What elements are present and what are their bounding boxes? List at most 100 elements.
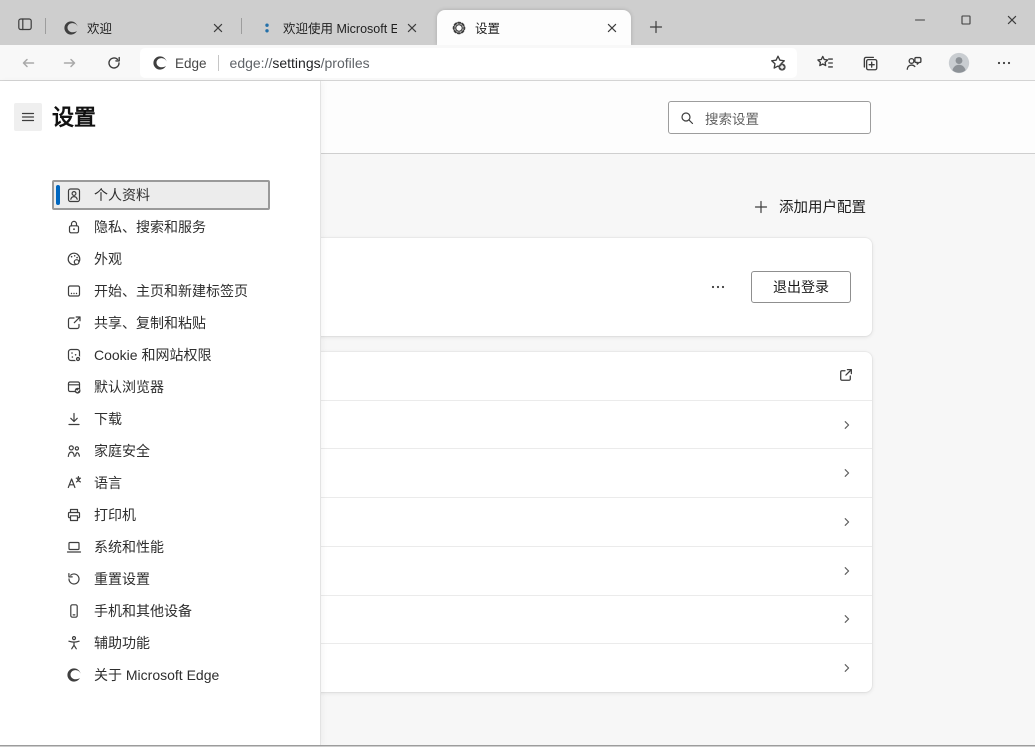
tab-title: 欢迎 (87, 22, 113, 36)
forward-button[interactable] (54, 48, 86, 78)
sidebar-item-label: 语言 (94, 475, 122, 491)
profile-options-card (312, 352, 872, 692)
site-chip[interactable]: Edge (152, 55, 207, 71)
sidebar-item-family-safety[interactable]: 家庭安全 (52, 436, 270, 466)
download-icon (66, 411, 82, 427)
profile-option-row[interactable] (312, 352, 872, 401)
lock-icon (66, 219, 82, 235)
profile-option-row[interactable] (312, 449, 872, 499)
phone-icon (66, 603, 82, 619)
tab-welcome-edge[interactable]: 欢迎使用 Microsoft Edg (245, 10, 431, 45)
person-chat-icon (905, 54, 923, 72)
language-icon (66, 475, 82, 491)
sidebar-item-share-copy-paste[interactable]: 共享、复制和粘贴 (52, 308, 270, 338)
close-icon (1004, 12, 1020, 28)
refresh-icon (106, 55, 122, 71)
sidebar-item-label: 辅助功能 (94, 635, 150, 651)
sidebar-item-start-home-newtab[interactable]: 开始、主页和新建标签页 (52, 276, 270, 306)
profile-option-row[interactable] (312, 547, 872, 596)
sidebar-item-reset-settings[interactable]: 重置设置 (52, 564, 270, 594)
plus-icon (648, 19, 664, 35)
search-settings-input[interactable]: 搜索设置 (668, 101, 871, 134)
back-button[interactable] (12, 48, 44, 78)
sidebar-item-about[interactable]: 关于 Microsoft Edge (52, 660, 270, 690)
profile-option-row[interactable] (312, 401, 872, 450)
workspaces-icon (17, 16, 33, 32)
more-options-button[interactable] (703, 273, 733, 301)
tab-close-icon[interactable] (603, 19, 621, 37)
minimize-button[interactable] (897, 0, 943, 40)
sidebar-item-phone-devices[interactable]: 手机和其他设备 (52, 596, 270, 626)
palette-icon (66, 251, 82, 267)
sidebar-item-label: 系统和性能 (94, 539, 164, 555)
refresh-button[interactable] (98, 48, 130, 78)
sidebar-item-system-performance[interactable]: 系统和性能 (52, 532, 270, 562)
start-page-icon (66, 283, 82, 299)
settings-sidebar: 设置 个人资料 隐私、搜索和服务 外观 开始、主页和新建标签页 共享、复制和粘贴 Cook… (0, 81, 321, 745)
tab-bar: 欢迎 欢迎使用 Microsoft Edg 设置 (0, 0, 1035, 45)
sidebar-item-label: 默认浏览器 (94, 379, 164, 395)
sidebar-item-printers[interactable]: 打印机 (52, 500, 270, 530)
sidebar-item-default-browser[interactable]: 默认浏览器 (52, 372, 270, 402)
add-profile-button[interactable]: 添加用户配置 (753, 196, 866, 217)
sidebar-item-label: 开始、主页和新建标签页 (94, 283, 248, 299)
tab-settings-active[interactable]: 设置 (437, 10, 631, 45)
workspaces-icon[interactable] (12, 12, 38, 36)
plus-icon (753, 199, 769, 215)
settings-nav-list: 个人资料隐私、搜索和服务外观开始、主页和新建标签页共享、复制和粘贴 Cookie … (52, 180, 270, 692)
new-tab-button[interactable] (642, 14, 670, 40)
tab-welcome[interactable]: 欢迎 (49, 10, 237, 45)
maximize-icon (958, 12, 974, 28)
family-icon (66, 443, 82, 459)
hamburger-icon (20, 109, 36, 125)
feedback-button[interactable] (897, 48, 931, 78)
profile-option-row[interactable] (312, 644, 872, 692)
edge-logo-icon (63, 20, 79, 36)
sidebar-item-label: 家庭安全 (94, 443, 150, 459)
sidebar-item-accessibility[interactable]: 辅助功能 (52, 628, 270, 658)
chevron-right-icon (840, 515, 854, 529)
profile-option-row[interactable] (312, 596, 872, 645)
add-favorite-icon[interactable] (769, 54, 787, 72)
edge-logo-icon (152, 55, 168, 71)
address-bar[interactable]: Edge edge://settings/profiles (140, 48, 797, 78)
sidebar-item-label: 个人资料 (94, 187, 150, 203)
profile-button[interactable] (942, 48, 976, 78)
sidebar-item-downloads[interactable]: 下载 (52, 404, 270, 434)
sidebar-item-appearance[interactable]: 外观 (52, 244, 270, 274)
tab-close-icon[interactable] (209, 19, 227, 37)
chevron-right-icon (840, 418, 854, 432)
edge-logo-icon (66, 667, 82, 683)
tab-separator (241, 18, 242, 34)
system-icon (66, 539, 82, 555)
tab-close-icon[interactable] (403, 19, 421, 37)
back-icon (20, 55, 36, 71)
profile-option-row[interactable] (312, 498, 872, 547)
cookie-icon (66, 347, 82, 363)
url-text[interactable]: edge://settings/profiles (230, 55, 769, 71)
minimize-icon (912, 12, 928, 28)
loading-favicon-icon (259, 20, 275, 36)
sidebar-item-label: 外观 (94, 251, 122, 267)
sidebar-item-cookies-permissions[interactable]: Cookie 和网站权限 (52, 340, 270, 370)
menu-button[interactable] (14, 103, 42, 131)
collections-button[interactable] (853, 48, 887, 78)
maximize-button[interactable] (943, 0, 989, 40)
sidebar-item-profiles[interactable]: 个人资料 (52, 180, 270, 210)
sidebar-item-privacy[interactable]: 隐私、搜索和服务 (52, 212, 270, 242)
chevron-right-icon (840, 466, 854, 480)
tab-title: 欢迎使用 Microsoft Edg (283, 22, 397, 36)
browser-window: 欢迎 欢迎使用 Microsoft Edg 设置 Edge (0, 0, 1035, 747)
sidebar-item-languages[interactable]: 语言 (52, 468, 270, 498)
favorites-button[interactable] (808, 48, 842, 78)
person-card-icon (66, 187, 82, 203)
reset-icon (66, 571, 82, 587)
share-icon (66, 315, 82, 331)
accessibility-icon (66, 635, 82, 651)
settings-menu-button[interactable] (987, 48, 1021, 78)
browser-toolbar: Edge edge://settings/profiles (0, 45, 1035, 81)
close-window-button[interactable] (989, 0, 1035, 40)
sign-out-button[interactable]: 退出登录 (751, 271, 851, 303)
sidebar-item-label: 重置设置 (94, 571, 150, 587)
gear-icon (451, 20, 467, 36)
